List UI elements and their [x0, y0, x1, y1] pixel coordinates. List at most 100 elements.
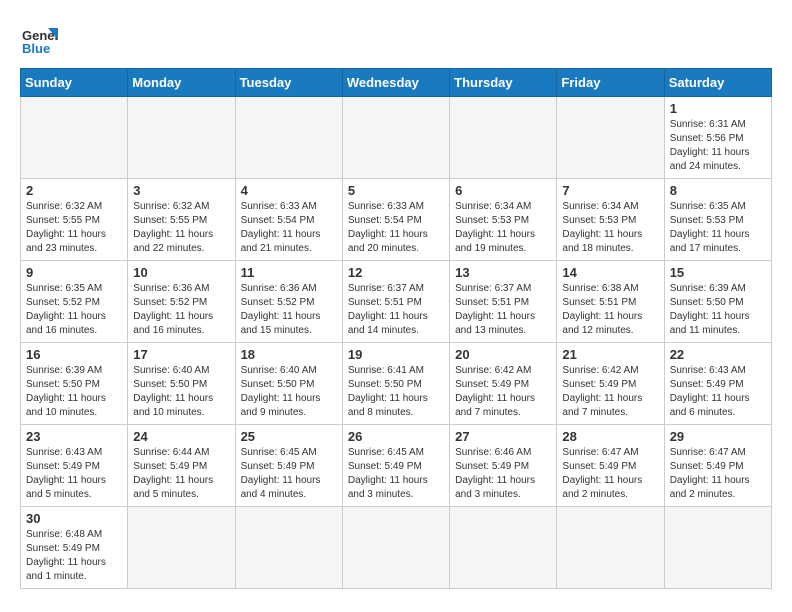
week-row-2: 2 Sunrise: 6:32 AM Sunset: 5:55 PM Daylig…	[21, 179, 772, 261]
week-row-6: 30Sunrise: 6:48 AM Sunset: 5:49 PM Dayli…	[21, 507, 772, 589]
week-row-4: 16 Sunrise: 6:39 AM Sunset: 5:50 PM Dayli…	[21, 343, 772, 425]
calendar-cell: 24 Sunrise: 6:44 AM Sunset: 5:49 PM Dayli…	[128, 425, 235, 507]
svg-text:Blue: Blue	[22, 41, 50, 56]
calendar-cell: 18 Sunrise: 6:40 AM Sunset: 5:50 PM Dayli…	[235, 343, 342, 425]
calendar-cell: 2 Sunrise: 6:32 AM Sunset: 5:55 PM Daylig…	[21, 179, 128, 261]
calendar-cell: 25Sunrise: 6:45 AM Sunset: 5:49 PM Dayli…	[235, 425, 342, 507]
calendar-cell: 26 Sunrise: 6:45 AM Sunset: 5:49 PM Dayli…	[342, 425, 449, 507]
weekday-thursday: Thursday	[450, 69, 557, 97]
logo-icon: General Blue	[20, 20, 58, 58]
calendar-cell: 6 Sunrise: 6:34 AM Sunset: 5:53 PM Daylig…	[450, 179, 557, 261]
calendar-cell: 8 Sunrise: 6:35 AM Sunset: 5:53 PM Daylig…	[664, 179, 771, 261]
day-info: Sunrise: 6:37 AM Sunset: 5:51 PM Dayligh…	[455, 282, 551, 338]
week-row-1: 1 Sunrise: 6:31 AM Sunset: 5:56 PM Daylig…	[21, 97, 772, 179]
day-info: Sunrise: 6:33 AM Sunset: 5:54 PM Dayligh…	[241, 200, 337, 256]
calendar-cell	[557, 97, 664, 179]
day-info: Sunrise: 6:45 AM Sunset: 5:49 PM Dayligh…	[348, 446, 444, 502]
day-number: 19	[348, 347, 444, 362]
day-info: Sunrise: 6:43 AM Sunset: 5:49 PM Dayligh…	[670, 364, 766, 420]
calendar-cell	[342, 507, 449, 589]
day-info: Sunrise: 6:31 AM Sunset: 5:56 PM Dayligh…	[670, 118, 766, 174]
calendar-cell: 4 Sunrise: 6:33 AM Sunset: 5:54 PM Daylig…	[235, 179, 342, 261]
day-number: 15	[670, 265, 766, 280]
calendar-cell: 29Sunrise: 6:47 AM Sunset: 5:49 PM Dayli…	[664, 425, 771, 507]
day-info: Sunrise: 6:42 AM Sunset: 5:49 PM Dayligh…	[562, 364, 658, 420]
calendar-cell: 17 Sunrise: 6:40 AM Sunset: 5:50 PM Dayli…	[128, 343, 235, 425]
calendar-table: SundayMondayTuesdayWednesdayThursdayFrid…	[20, 68, 772, 589]
calendar-cell: 7 Sunrise: 6:34 AM Sunset: 5:53 PM Daylig…	[557, 179, 664, 261]
calendar-cell	[450, 507, 557, 589]
day-number: 6	[455, 183, 551, 198]
calendar-cell	[342, 97, 449, 179]
day-number: 7	[562, 183, 658, 198]
day-info: Sunrise: 6:32 AM Sunset: 5:55 PM Dayligh…	[133, 200, 229, 256]
day-number: 13	[455, 265, 551, 280]
day-number: 29	[670, 429, 766, 444]
calendar-cell: 28Sunrise: 6:47 AM Sunset: 5:49 PM Dayli…	[557, 425, 664, 507]
day-number: 23	[26, 429, 122, 444]
day-info: Sunrise: 6:33 AM Sunset: 5:54 PM Dayligh…	[348, 200, 444, 256]
day-info: Sunrise: 6:48 AM Sunset: 5:49 PM Dayligh…	[26, 528, 122, 584]
calendar-cell	[235, 97, 342, 179]
day-info: Sunrise: 6:34 AM Sunset: 5:53 PM Dayligh…	[455, 200, 551, 256]
day-number: 18	[241, 347, 337, 362]
weekday-sunday: Sunday	[21, 69, 128, 97]
calendar-cell: 12Sunrise: 6:37 AM Sunset: 5:51 PM Dayli…	[342, 261, 449, 343]
day-info: Sunrise: 6:39 AM Sunset: 5:50 PM Dayligh…	[26, 364, 122, 420]
day-number: 1	[670, 101, 766, 116]
calendar-cell: 20Sunrise: 6:42 AM Sunset: 5:49 PM Dayli…	[450, 343, 557, 425]
calendar-cell: 19 Sunrise: 6:41 AM Sunset: 5:50 PM Dayli…	[342, 343, 449, 425]
calendar-cell: 1 Sunrise: 6:31 AM Sunset: 5:56 PM Daylig…	[664, 97, 771, 179]
day-number: 21	[562, 347, 658, 362]
day-info: Sunrise: 6:35 AM Sunset: 5:53 PM Dayligh…	[670, 200, 766, 256]
day-number: 2	[26, 183, 122, 198]
day-info: Sunrise: 6:39 AM Sunset: 5:50 PM Dayligh…	[670, 282, 766, 338]
weekday-tuesday: Tuesday	[235, 69, 342, 97]
calendar-cell: 15 Sunrise: 6:39 AM Sunset: 5:50 PM Dayli…	[664, 261, 771, 343]
week-row-5: 23Sunrise: 6:43 AM Sunset: 5:49 PM Dayli…	[21, 425, 772, 507]
day-info: Sunrise: 6:32 AM Sunset: 5:55 PM Dayligh…	[26, 200, 122, 256]
day-info: Sunrise: 6:35 AM Sunset: 5:52 PM Dayligh…	[26, 282, 122, 338]
day-number: 9	[26, 265, 122, 280]
day-info: Sunrise: 6:40 AM Sunset: 5:50 PM Dayligh…	[133, 364, 229, 420]
calendar-cell	[128, 97, 235, 179]
logo: General Blue	[20, 20, 58, 58]
day-number: 3	[133, 183, 229, 198]
week-row-3: 9 Sunrise: 6:35 AM Sunset: 5:52 PM Daylig…	[21, 261, 772, 343]
day-number: 17	[133, 347, 229, 362]
calendar-cell: 3 Sunrise: 6:32 AM Sunset: 5:55 PM Daylig…	[128, 179, 235, 261]
day-info: Sunrise: 6:46 AM Sunset: 5:49 PM Dayligh…	[455, 446, 551, 502]
calendar-cell	[557, 507, 664, 589]
day-info: Sunrise: 6:44 AM Sunset: 5:49 PM Dayligh…	[133, 446, 229, 502]
day-number: 16	[26, 347, 122, 362]
day-info: Sunrise: 6:38 AM Sunset: 5:51 PM Dayligh…	[562, 282, 658, 338]
day-info: Sunrise: 6:34 AM Sunset: 5:53 PM Dayligh…	[562, 200, 658, 256]
page-header: General Blue	[20, 20, 772, 58]
day-info: Sunrise: 6:41 AM Sunset: 5:50 PM Dayligh…	[348, 364, 444, 420]
calendar-cell: 5Sunrise: 6:33 AM Sunset: 5:54 PM Daylig…	[342, 179, 449, 261]
day-number: 14	[562, 265, 658, 280]
calendar-cell	[664, 507, 771, 589]
calendar-cell	[450, 97, 557, 179]
calendar-cell: 16 Sunrise: 6:39 AM Sunset: 5:50 PM Dayli…	[21, 343, 128, 425]
calendar-cell: 13 Sunrise: 6:37 AM Sunset: 5:51 PM Dayli…	[450, 261, 557, 343]
calendar-cell: 21 Sunrise: 6:42 AM Sunset: 5:49 PM Dayli…	[557, 343, 664, 425]
day-number: 20	[455, 347, 551, 362]
calendar-cell: 30Sunrise: 6:48 AM Sunset: 5:49 PM Dayli…	[21, 507, 128, 589]
day-number: 26	[348, 429, 444, 444]
calendar-cell: 14 Sunrise: 6:38 AM Sunset: 5:51 PM Dayli…	[557, 261, 664, 343]
day-number: 11	[241, 265, 337, 280]
weekday-header-row: SundayMondayTuesdayWednesdayThursdayFrid…	[21, 69, 772, 97]
day-number: 8	[670, 183, 766, 198]
calendar-cell	[21, 97, 128, 179]
calendar-cell	[128, 507, 235, 589]
day-info: Sunrise: 6:36 AM Sunset: 5:52 PM Dayligh…	[241, 282, 337, 338]
day-number: 4	[241, 183, 337, 198]
day-number: 10	[133, 265, 229, 280]
day-number: 24	[133, 429, 229, 444]
day-info: Sunrise: 6:36 AM Sunset: 5:52 PM Dayligh…	[133, 282, 229, 338]
weekday-wednesday: Wednesday	[342, 69, 449, 97]
day-info: Sunrise: 6:40 AM Sunset: 5:50 PM Dayligh…	[241, 364, 337, 420]
day-number: 12	[348, 265, 444, 280]
day-number: 28	[562, 429, 658, 444]
